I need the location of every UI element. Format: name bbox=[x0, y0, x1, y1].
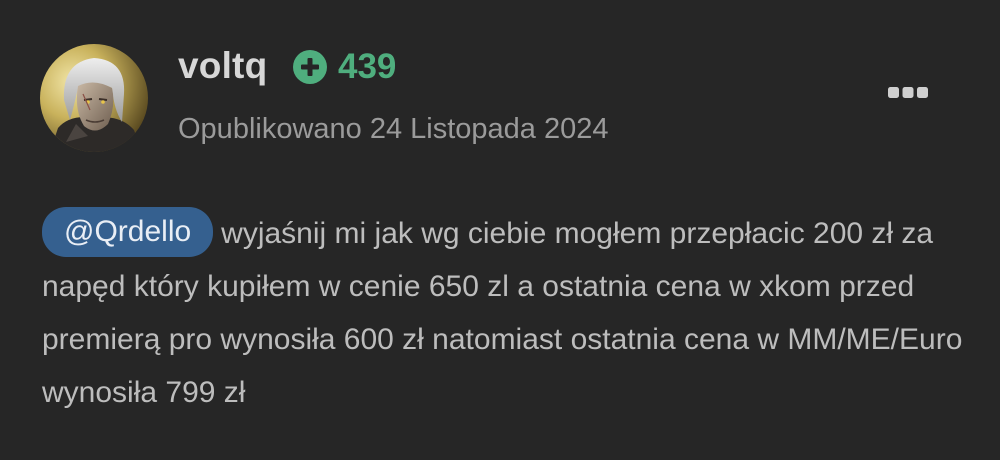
more-options-button[interactable] bbox=[882, 78, 934, 108]
post-date: Opublikowano 24 Listopada 2024 bbox=[178, 113, 609, 145]
more-dots-icon bbox=[888, 87, 928, 98]
post-card: voltq 439 Opublikowano 24 Listopada 2024… bbox=[0, 0, 1000, 460]
plus-circle-icon bbox=[293, 50, 327, 84]
post-body: @Qrdello wyjaśnij mi jak wg ciebie mogłem… bbox=[42, 207, 972, 419]
reputation-value: 439 bbox=[338, 47, 397, 86]
author-name[interactable]: voltq bbox=[178, 42, 267, 90]
avatar[interactable] bbox=[40, 44, 148, 152]
reputation-badge: 439 bbox=[292, 49, 396, 85]
witcher-avatar-icon bbox=[40, 44, 148, 152]
mention-link[interactable]: @Qrdello bbox=[42, 207, 214, 257]
